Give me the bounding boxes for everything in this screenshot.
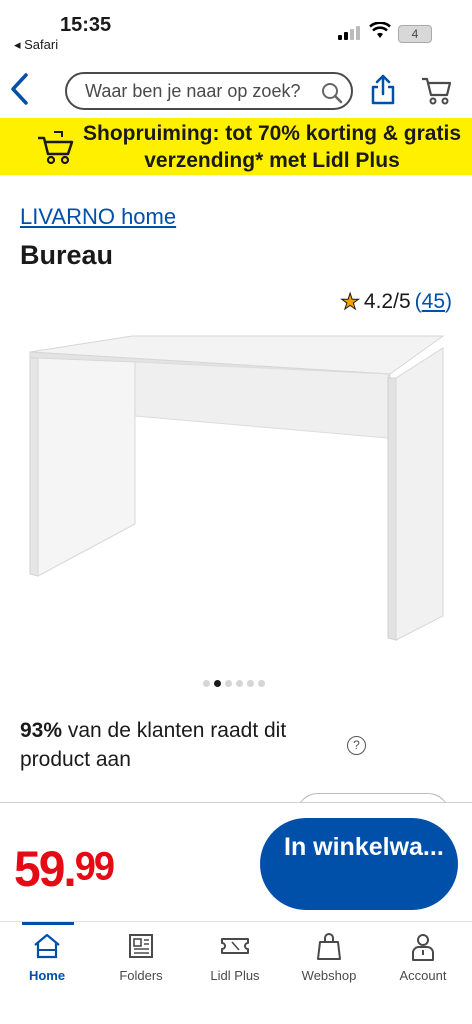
back-button[interactable] bbox=[8, 72, 38, 108]
bottom-tab-bar: Home Folders Lidl Plus Webshop Account bbox=[0, 921, 472, 1024]
image-carousel-dots[interactable] bbox=[203, 680, 265, 687]
carousel-dot[interactable] bbox=[203, 680, 210, 687]
home-icon bbox=[0, 932, 94, 962]
cart-icon[interactable] bbox=[420, 76, 452, 111]
lidl-plus-icon bbox=[188, 932, 282, 962]
status-time: 15:35 bbox=[60, 14, 112, 36]
star-icon: ★ bbox=[340, 289, 361, 315]
tab-label: Lidl Plus bbox=[210, 968, 260, 983]
add-to-cart-button[interactable]: In winkelwa... bbox=[260, 818, 458, 910]
carousel-dot[interactable] bbox=[247, 680, 254, 687]
desk-image bbox=[29, 335, 445, 641]
cellular-signal-icon bbox=[338, 26, 360, 40]
wifi-icon bbox=[369, 21, 391, 45]
tab-label: Folders bbox=[119, 968, 163, 983]
tab-label: Home bbox=[28, 968, 66, 983]
tab-webshop[interactable]: Webshop bbox=[282, 922, 376, 1002]
account-icon bbox=[376, 932, 470, 962]
tab-label: Webshop bbox=[301, 968, 357, 983]
tab-label: Account bbox=[399, 968, 447, 983]
brand-link[interactable]: LIVARNO home bbox=[20, 204, 176, 230]
rating-value: 4.2/5 bbox=[363, 290, 411, 313]
product-price: 59.99 bbox=[14, 841, 115, 898]
review-count-link[interactable]: 45 bbox=[422, 290, 445, 313]
recommend-percentage: 93% bbox=[20, 719, 63, 742]
shopping-cart-sale-icon bbox=[36, 128, 76, 173]
product-title: Bureau bbox=[20, 240, 114, 270]
carousel-dot-active[interactable] bbox=[214, 680, 221, 687]
promo-banner[interactable]: Shopruiming: tot 70% korting & gratis ve… bbox=[0, 118, 472, 175]
product-image[interactable] bbox=[0, 328, 472, 658]
folders-icon bbox=[94, 932, 188, 962]
help-icon[interactable]: ? bbox=[347, 736, 366, 755]
status-bar: 15:35 ◂ Safari 4 bbox=[0, 0, 472, 58]
promo-banner-text: Shopruiming: tot 70% korting & gratis ve… bbox=[82, 122, 461, 172]
tab-home[interactable]: Home bbox=[0, 922, 94, 1002]
back-icon bbox=[11, 73, 28, 105]
share-icon[interactable] bbox=[370, 74, 396, 111]
carousel-dot[interactable] bbox=[258, 680, 265, 687]
carousel-dot[interactable] bbox=[236, 680, 243, 687]
tab-folders[interactable]: Folders bbox=[94, 922, 188, 1002]
review-paren-close: ) bbox=[445, 290, 452, 313]
back-to-safari-link[interactable]: ◂ Safari bbox=[14, 37, 58, 53]
search-header: Waar ben je naar op zoek? bbox=[0, 62, 472, 118]
battery-icon: 4 bbox=[398, 25, 432, 43]
review-paren-open: ( bbox=[414, 290, 422, 313]
tab-lidl-plus[interactable]: Lidl Plus bbox=[188, 922, 282, 1002]
carousel-dot[interactable] bbox=[225, 680, 232, 687]
recommendation-text: 93% van de klanten raadt dit product aan bbox=[20, 716, 350, 774]
product-rating: ★ 4.2/5 (45) bbox=[340, 289, 452, 315]
webshop-icon bbox=[282, 932, 376, 962]
tab-account[interactable]: Account bbox=[376, 922, 470, 1002]
search-input[interactable]: Waar ben je naar op zoek? bbox=[65, 72, 353, 110]
search-placeholder: Waar ben je naar op zoek? bbox=[85, 80, 301, 101]
search-icon[interactable] bbox=[321, 82, 343, 109]
